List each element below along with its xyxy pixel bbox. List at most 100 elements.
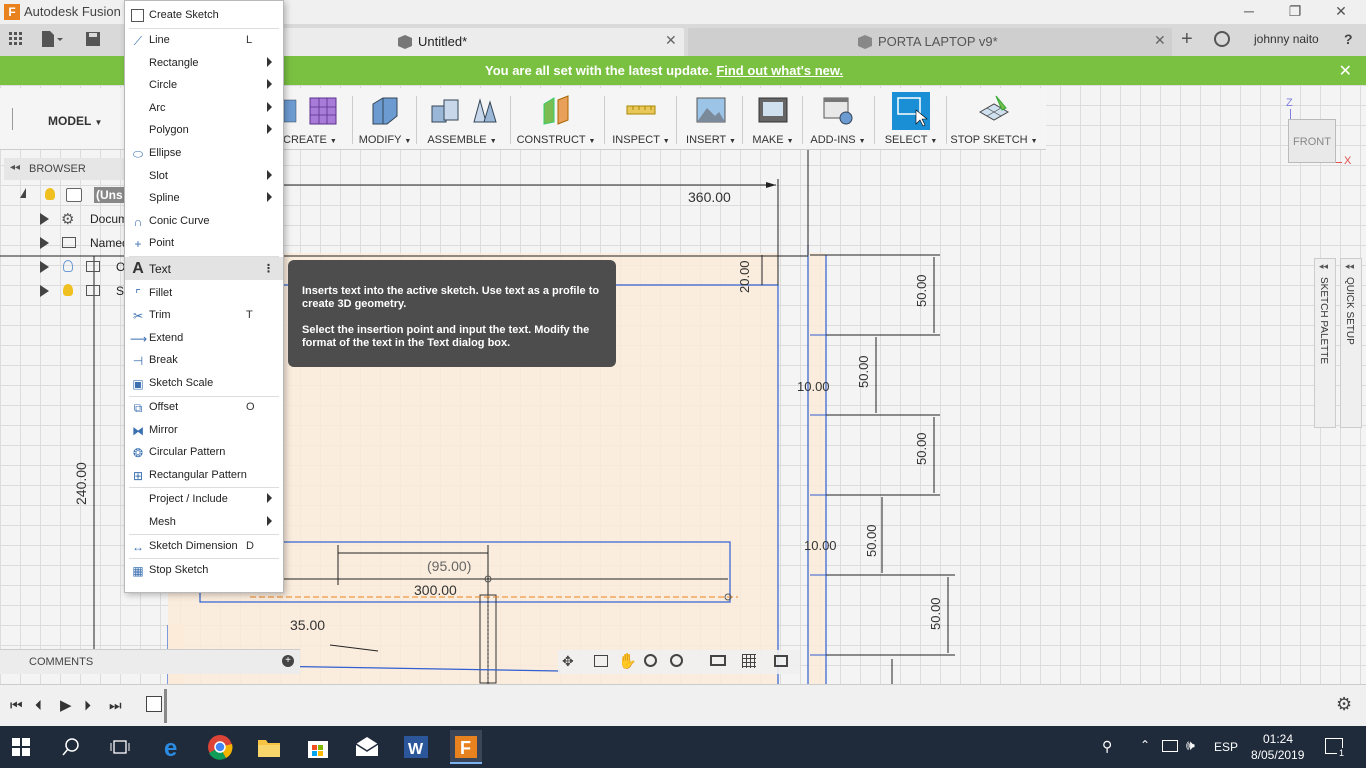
dimension-300[interactable]: 300.00 [414, 582, 457, 598]
tab-porta-laptop[interactable]: PORTA LAPTOP v9* ✕ [688, 28, 1172, 56]
close-window-button[interactable]: ✕ [1318, 0, 1364, 24]
menu-item-spline[interactable]: Spline [125, 187, 283, 210]
look-at-icon[interactable] [594, 655, 608, 667]
browser-header[interactable]: ◂◂ BROWSER [4, 158, 124, 180]
grid-settings-icon[interactable] [742, 654, 756, 668]
app-grid-icon[interactable] [9, 32, 23, 46]
menu-item-extend[interactable]: ⟶ Extend [125, 327, 283, 350]
windows-start-icon[interactable] [12, 738, 30, 756]
dimension-95[interactable]: (95.00) [427, 558, 471, 574]
construct-group[interactable]: CONSTRUCT ▼ [516, 88, 596, 150]
lightbulb-icon[interactable] [63, 260, 73, 272]
menu-item-mesh[interactable]: Mesh [125, 511, 283, 534]
whats-new-link[interactable]: Find out what's new. [716, 63, 843, 78]
display-settings-icon[interactable] [710, 655, 726, 666]
user-name[interactable]: johnny naito [1254, 32, 1319, 46]
new-tab-button[interactable]: + [1181, 28, 1193, 51]
add-ins-group[interactable]: ADD-INS ▼ [808, 88, 868, 150]
timeline-settings-icon[interactable]: ⚙ [1336, 694, 1352, 715]
banner-close-button[interactable]: ✕ [1339, 61, 1352, 81]
menu-item-break[interactable]: ⊣ Break [125, 349, 283, 372]
show-hidden-icons[interactable]: ⌃ [1140, 738, 1150, 752]
collapse-icon[interactable]: ◂◂ [10, 162, 20, 173]
lightbulb-icon[interactable] [63, 284, 73, 296]
dimension-50[interactable]: 50.00 [856, 355, 871, 388]
chrome-icon[interactable] [207, 734, 233, 760]
browser-row-origin[interactable]: O [0, 255, 125, 279]
expand-triangle-icon[interactable] [40, 237, 49, 249]
dimension-240[interactable]: 240.00 [73, 462, 89, 505]
job-status-icon[interactable] [1214, 31, 1230, 47]
menu-item-ellipse[interactable]: ⬭ Ellipse [125, 142, 283, 165]
viewports-icon[interactable] [774, 655, 788, 667]
sketch-palette-tab[interactable]: ◂◂ SKETCH PALETTE [1314, 258, 1336, 428]
menu-item-mirror[interactable]: ⧓ Mirror [125, 419, 283, 442]
task-view-icon[interactable] [110, 738, 130, 756]
select-group[interactable]: SELECT ▼ [880, 88, 942, 150]
dimension-50[interactable]: 50.00 [928, 597, 943, 630]
orbit-icon[interactable]: ✥ [562, 653, 574, 670]
menu-item-point[interactable]: + Point [125, 232, 283, 255]
tab-close-button[interactable]: ✕ [665, 32, 677, 49]
expand-triangle-icon[interactable] [40, 213, 49, 225]
fit-icon[interactable] [670, 654, 683, 667]
menu-item-circular-pattern[interactable]: ❂ Circular Pattern [125, 441, 283, 464]
quick-setup-tab[interactable]: ◂◂ QUICK SETUP [1340, 258, 1362, 428]
expand-triangle-icon[interactable] [40, 285, 49, 297]
fusion-taskbar-icon[interactable]: F [450, 730, 482, 764]
browser-row-sketches[interactable]: S [0, 279, 125, 303]
dimension-10[interactable]: 10.00 [804, 538, 837, 553]
menu-item-rectangle[interactable]: Rectangle [125, 52, 283, 75]
network-icon[interactable] [1162, 740, 1178, 752]
dimension-10[interactable]: 10.00 [797, 379, 830, 394]
tab-untitled[interactable]: Untitled* ✕ [284, 28, 684, 56]
tab-close-button[interactable]: ✕ [1154, 32, 1166, 49]
view-cube[interactable]: FRONT [1288, 119, 1336, 163]
edge-browser-icon[interactable]: e [160, 734, 186, 762]
assemble-group[interactable]: ASSEMBLE ▼ [424, 88, 500, 150]
add-comment-icon[interactable]: + [282, 655, 294, 667]
file-explorer-icon[interactable] [256, 734, 282, 760]
zoom-icon[interactable] [644, 654, 657, 667]
minimize-button[interactable]: ─ [1226, 0, 1272, 24]
step-forward-icon[interactable]: ⏵ [84, 697, 91, 714]
menu-item-sketch-scale[interactable]: ▣ Sketch Scale [125, 372, 283, 395]
menu-item-text[interactable]: A Text ⋮ [125, 256, 283, 280]
workspace-switcher[interactable]: MODEL ▼ [48, 114, 102, 128]
timeline-marker[interactable] [164, 689, 167, 723]
menu-item-fillet[interactable]: ⌜ Fillet [125, 282, 283, 305]
file-icon[interactable] [41, 31, 63, 47]
menu-item-arc[interactable]: Arc [125, 97, 283, 120]
menu-header-create-sketch[interactable]: Create Sketch [125, 4, 283, 27]
store-icon[interactable] [305, 734, 331, 760]
dimension-50[interactable]: 50.00 [914, 432, 929, 465]
modify-group[interactable]: MODIFY ▼ [356, 88, 414, 150]
search-icon[interactable] [62, 738, 80, 756]
dimension-360[interactable]: 360.00 [688, 189, 731, 205]
menu-item-conic-curve[interactable]: ∩ Conic Curve [125, 210, 283, 233]
insert-group[interactable]: INSERT ▼ [684, 88, 738, 150]
expand-triangle-icon[interactable] [40, 261, 49, 273]
clock-time[interactable]: 01:24 [1263, 732, 1293, 746]
menu-item-trim[interactable]: ✂ Trim T [125, 304, 283, 327]
menu-item-stop-sketch[interactable]: ▦ Stop Sketch [125, 559, 283, 582]
dimension-50[interactable]: 50.00 [864, 524, 879, 557]
create-group[interactable]: CREATE ▼ [280, 88, 350, 150]
word-icon[interactable]: W [403, 734, 429, 760]
menu-item-polygon[interactable]: Polygon [125, 119, 283, 142]
comments-bar[interactable]: COMMENTS + [0, 649, 300, 674]
browser-row-document-settings[interactable]: ⚙ Docum [0, 207, 128, 231]
stop-sketch-group[interactable]: STOP SKETCH ▼ [950, 88, 1038, 150]
people-icon[interactable]: ⚲ [1102, 738, 1112, 755]
collapse-triangle-icon[interactable] [20, 188, 26, 198]
restore-button[interactable]: ❐ [1272, 0, 1318, 24]
browser-row-root[interactable]: (Uns [0, 183, 125, 207]
menu-item-project-include[interactable]: Project / Include [125, 488, 283, 511]
dimension-35[interactable]: 35.00 [290, 617, 325, 633]
clock-date[interactable]: 8/05/2019 [1251, 748, 1304, 762]
menu-item-line[interactable]: ⟋ Line L [125, 29, 283, 52]
dimension-50[interactable]: 50.00 [914, 274, 929, 307]
step-back-icon[interactable]: ⏴ [35, 697, 42, 714]
volume-icon[interactable]: 🕪 [1186, 737, 1195, 754]
help-icon[interactable]: ? [1344, 31, 1353, 47]
